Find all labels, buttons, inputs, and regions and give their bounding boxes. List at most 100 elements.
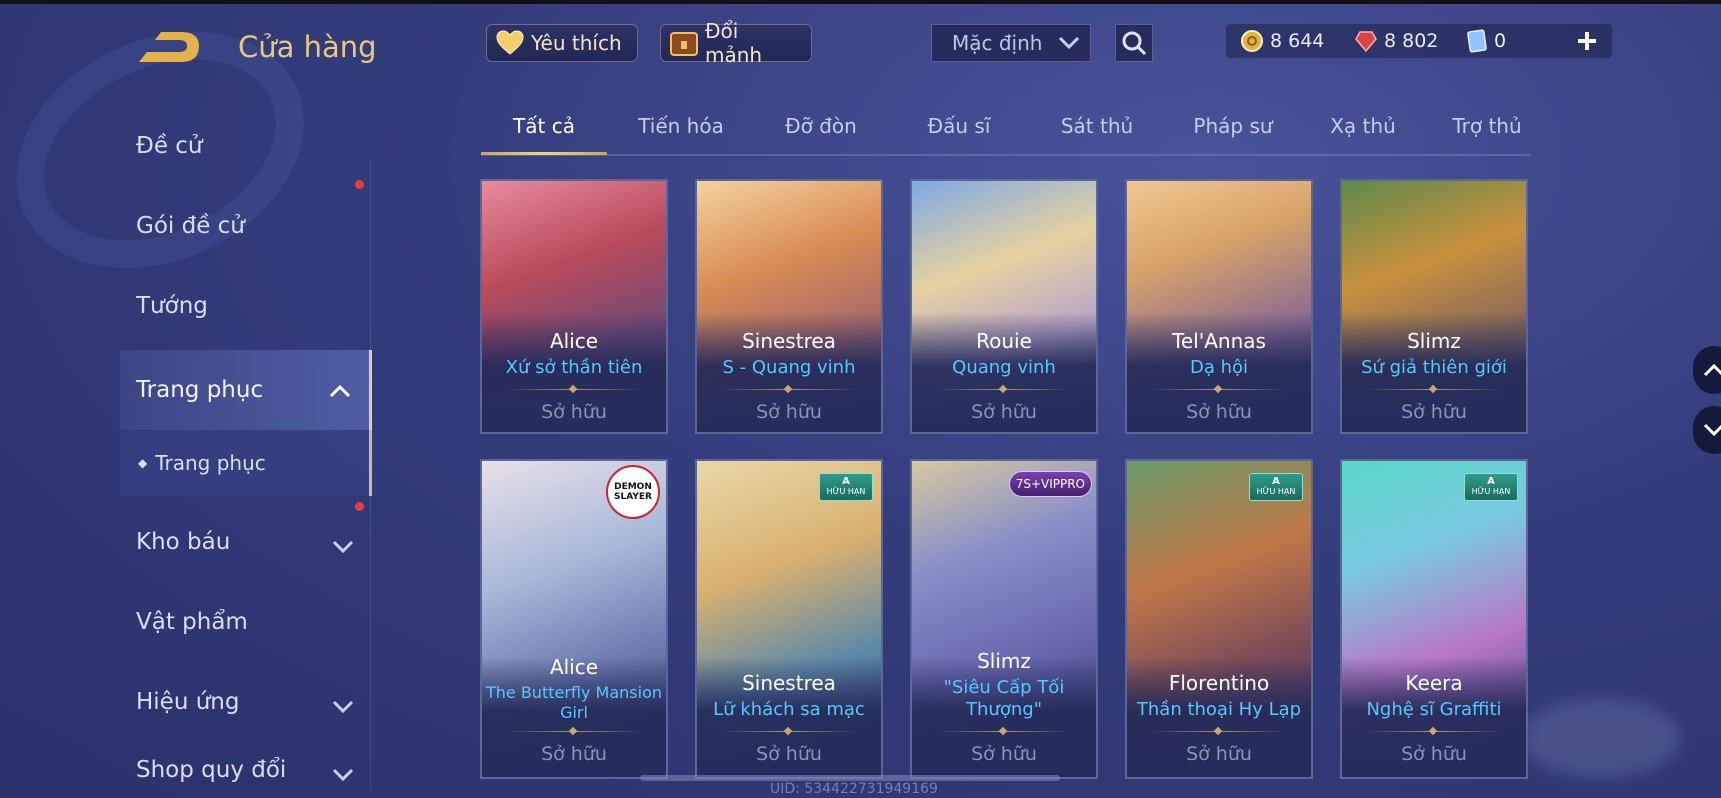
chevron-up-icon [329, 378, 351, 404]
tab-mage[interactable]: Pháp sư [1167, 114, 1299, 138]
card-divider [721, 389, 857, 390]
sidebar-item-label: Đề cử [136, 133, 203, 159]
ownership-status: Sở hữu [971, 743, 1037, 765]
sidebar-item-recommended-packs[interactable]: Gói đề cử [120, 180, 372, 260]
ownership-status: Sở hữu [1186, 743, 1252, 765]
skin-name: Nghệ sĩ Graffiti [1366, 699, 1502, 720]
tab-evolution[interactable]: Tiến hóa [621, 114, 741, 138]
exchange-shards-button[interactable]: Đổi mảnh [660, 19, 812, 67]
gold-currency: 8 644 [1240, 29, 1324, 53]
skin-name-line1: The Butterfly Mansion [485, 683, 663, 702]
chevron-up-icon [1703, 363, 1721, 377]
skin-card[interactable]: A HỮU HẠN Keera Nghệ sĩ Graffiti Sở hữu [1340, 459, 1528, 779]
active-tab-underline [481, 152, 607, 155]
chevron-down-icon [332, 694, 354, 720]
card-divider [506, 731, 642, 732]
chevron-down-icon [332, 534, 354, 560]
sidebar-item-exchange-shop[interactable]: Shop quy đổi [120, 738, 372, 798]
back-button[interactable] [135, 26, 207, 70]
sidebar-item-effects[interactable]: Hiệu ứng [120, 662, 372, 742]
sort-dropdown-value: Mặc định [952, 31, 1043, 55]
add-currency-button[interactable] [1570, 24, 1604, 58]
skin-card[interactable]: Sinestrea S - Quang vinh Sở hữu [695, 179, 883, 434]
skin-card[interactable]: A HỮU HẠN Sinestrea Lữ khách sa mạc Sở hữ… [695, 459, 883, 779]
chevron-down-icon [1058, 31, 1080, 55]
hero-name: Sinestrea [742, 671, 836, 695]
search-button[interactable] [1115, 24, 1153, 62]
skin-name: Thần thoại Hy Lạp [1136, 699, 1302, 720]
sidebar-item-label: Gói đề cử [136, 213, 245, 239]
tab-assassin[interactable]: Sát thủ [1037, 114, 1157, 138]
sidebar-item-label: Kho báu [136, 529, 231, 555]
exchange-label: Đổi mảnh [705, 19, 763, 67]
sidebar-item-label: Shop quy đổi [136, 757, 287, 783]
sidebar-item-label: Trang phục [136, 377, 264, 403]
gem-amount: 8 802 [1384, 30, 1439, 52]
card-divider [936, 389, 1072, 390]
red-gem-icon [1355, 31, 1377, 53]
sidebar-item-items[interactable]: Vật phẩm [120, 582, 372, 662]
plus-icon [1578, 32, 1596, 50]
tab-tank[interactable]: Đỡ đòn [761, 114, 881, 138]
hero-name: Florentino [1168, 671, 1270, 695]
skin-card[interactable]: DEMON SLAYER Alice The Butterfly Mansion… [480, 459, 668, 779]
vip-badge: 7S+VIPPRO [1008, 471, 1092, 497]
background-cloud [1521, 698, 1681, 778]
ownership-status: Sở hữu [1401, 743, 1467, 765]
ownership-status: Sở hữu [756, 401, 822, 423]
ownership-status: Sở hữu [541, 401, 607, 423]
sidebar-item-label: Tướng [136, 293, 208, 319]
gold-amount: 8 644 [1270, 30, 1325, 52]
currency-bar: 8 644 8 802 0 [1226, 24, 1612, 58]
skin-card[interactable]: 7S+VIPPRO Slimz "Siêu Cấp Tối Thượng" Sở… [910, 459, 1098, 779]
sidebar-item-heroes[interactable]: Tướng [120, 272, 372, 340]
bullet-icon: ◆ [138, 456, 148, 470]
sidebar-item-recommended[interactable]: Đề cử [120, 112, 372, 180]
sidebar-item-treasure[interactable]: Kho báu [120, 502, 372, 582]
skin-name-line2: Girl [560, 703, 588, 722]
tab-fighter[interactable]: Đấu sĩ [899, 114, 1019, 138]
gem-currency: 8 802 [1354, 29, 1438, 53]
scroll-down-button[interactable] [1693, 406, 1721, 454]
card-divider [936, 731, 1072, 732]
skin-card[interactable]: Rouie Quang vinh Sở hữu [910, 179, 1098, 434]
notification-dot [355, 502, 364, 511]
treasure-chest-icon [669, 28, 699, 58]
skin-artwork [1127, 181, 1311, 432]
skin-artwork [912, 181, 1096, 432]
card-divider [506, 389, 642, 390]
tab-all[interactable]: Tất cả [481, 114, 607, 138]
limited-badge: A HỮU HẠN [1249, 473, 1303, 501]
skin-card[interactable]: A HỮU HẠN Florentino Thần thoại Hy Lạp Sở… [1125, 459, 1313, 779]
hero-name: Alice [549, 329, 599, 353]
chevron-down-icon [1703, 423, 1721, 437]
skin-name-line1: "Siêu Cấp Tối [943, 677, 1065, 698]
gold-coin-icon [1241, 30, 1263, 52]
tab-support[interactable]: Trợ thủ [1427, 114, 1547, 138]
top-edge [0, 0, 1721, 4]
demon-slayer-badge: DEMON SLAYER [606, 465, 660, 519]
skin-card[interactable]: Tel'Annas Dạ hội Sở hữu [1125, 179, 1313, 434]
card-divider [1366, 731, 1502, 732]
sort-dropdown[interactable]: Mặc định [931, 24, 1091, 62]
search-icon [1122, 31, 1147, 56]
skin-card[interactable]: Alice Xứ sở thần tiên Sở hữu [480, 179, 668, 434]
limited-badge: A HỮU HẠN [1464, 473, 1518, 501]
favorites-button[interactable]: Yêu thích [486, 24, 638, 62]
skin-card[interactable]: Slimz Sứ giả thiên giới Sở hữu [1340, 179, 1528, 434]
tab-marksman[interactable]: Xạ thủ [1303, 114, 1423, 138]
favorites-label: Yêu thích [531, 31, 622, 55]
skin-name: Sứ giả thiên giới [1361, 357, 1507, 378]
sidebar-subitem-skins[interactable]: ◆ Trang phục [120, 430, 372, 496]
hero-name: Tel'Annas [1172, 329, 1266, 353]
skin-name: S - Quang vinh [722, 357, 856, 378]
hero-name: Keera [1405, 671, 1463, 695]
skin-artwork [482, 181, 666, 432]
notification-dot [355, 180, 364, 189]
skin-name: Xứ sở thần tiên [505, 357, 643, 378]
card-divider [1366, 389, 1502, 390]
ownership-status: Sở hữu [541, 743, 607, 765]
card-divider [1151, 731, 1287, 732]
scroll-up-button[interactable] [1693, 346, 1721, 394]
sidebar-item-skins[interactable]: Trang phục [120, 350, 372, 430]
